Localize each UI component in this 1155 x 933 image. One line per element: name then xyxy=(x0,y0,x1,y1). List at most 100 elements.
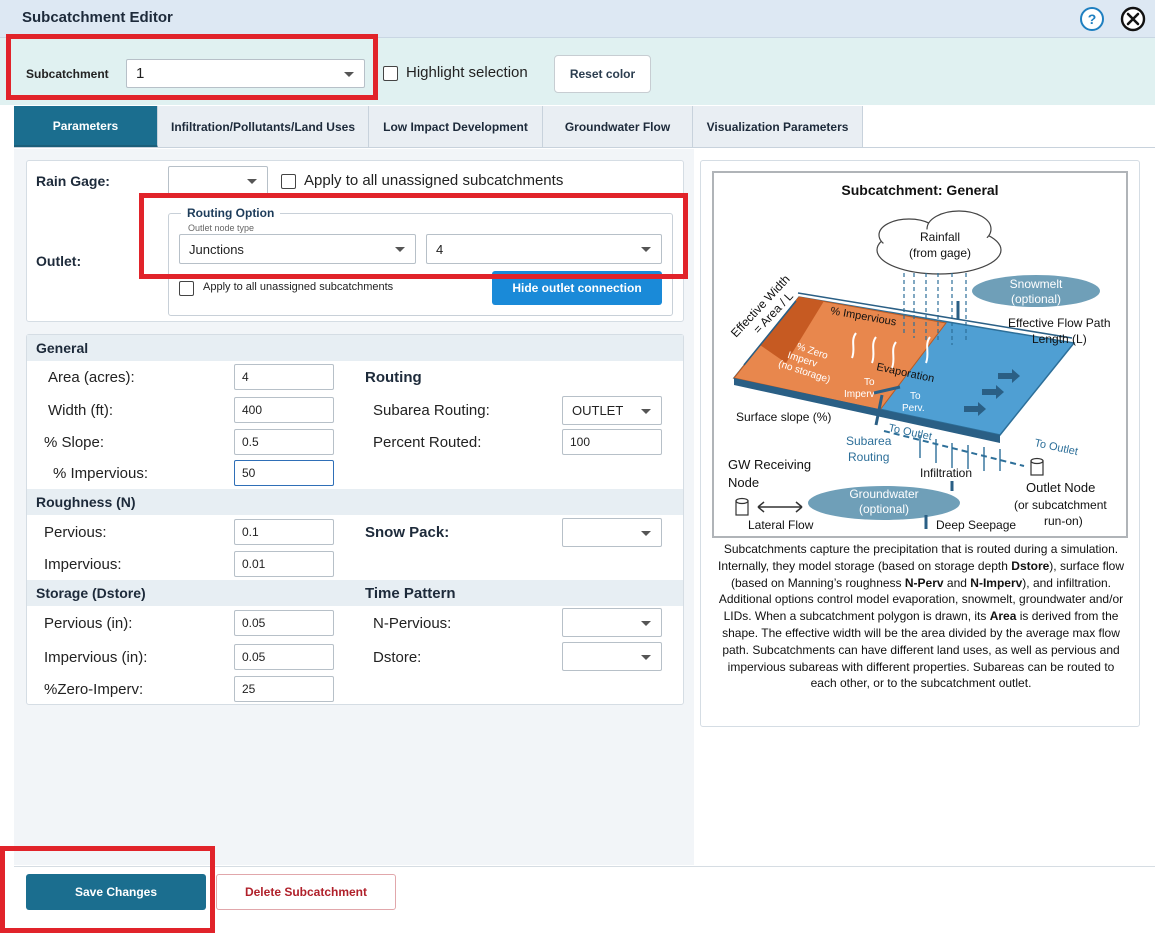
gw-node-label: Node xyxy=(728,475,759,490)
close-icon[interactable] xyxy=(1120,6,1146,32)
window-title: Subcatchment Editor xyxy=(22,9,173,26)
highlight-box-routing xyxy=(139,193,688,279)
info-dstore: Dstore xyxy=(1011,558,1050,573)
info-description: Subcatchments capture the precipitation … xyxy=(716,541,1126,692)
rainfall-label: Rainfall xyxy=(920,230,960,244)
info-area: Area xyxy=(989,609,1017,624)
or-subcatchment-label: (or subcatchment xyxy=(1014,498,1107,512)
tab-parameters[interactable]: Parameters xyxy=(14,106,158,148)
storage-section-header: Storage (Dstore) xyxy=(27,580,683,606)
chevron-down-icon xyxy=(641,408,651,414)
diagram-title: Subcatchment: General xyxy=(841,182,998,198)
routing-label: Routing xyxy=(848,450,889,464)
subarea-label: Subarea xyxy=(846,434,892,448)
outlet-node-label: Outlet Node xyxy=(1026,480,1095,495)
slope-input[interactable]: 0.5 xyxy=(234,429,334,455)
subarea-routing-label: Subarea Routing: xyxy=(373,402,490,419)
surface-slope-label: Surface slope (%) xyxy=(736,410,831,424)
subarea-routing-value: OUTLET xyxy=(572,403,624,418)
delete-subcatchment-button[interactable]: Delete Subcatchment xyxy=(216,874,396,910)
outlet-dash-line xyxy=(883,430,1025,467)
dstore-label: Dstore: xyxy=(373,649,422,666)
width-input[interactable]: 400 xyxy=(234,397,334,423)
to-perv-label: Perv. xyxy=(902,403,925,414)
groundwater-label: Groundwater xyxy=(849,487,918,501)
outlet-node-icon xyxy=(1030,457,1044,476)
storage-impervious-input[interactable]: 0.05 xyxy=(234,644,334,670)
gw-node-icon xyxy=(735,497,749,516)
tab-groundwater[interactable]: Groundwater Flow xyxy=(543,106,693,148)
roughness-pervious-input[interactable]: 0.1 xyxy=(234,519,334,545)
flow-length-label: Length (L) xyxy=(1032,332,1087,346)
flow-path-label: Effective Flow Path xyxy=(1008,316,1111,330)
rainfall-sub-label: (from gage) xyxy=(909,246,971,260)
roughness-pervious-label: Pervious: xyxy=(44,524,107,541)
snowmelt-sub-label: (optional) xyxy=(1011,292,1061,306)
subcatchment-diagram: Subcatchment: General Rainfall (from gag… xyxy=(712,171,1128,538)
chevron-down-icon xyxy=(641,530,651,536)
apply-rain-gage-label: Apply to all unassigned subcatchments xyxy=(304,172,564,189)
area-label: Area (acres): xyxy=(48,369,135,386)
info-nimperv: N-Imperv xyxy=(970,575,1023,590)
n-pervious-select[interactable] xyxy=(562,608,662,637)
routing-header: Routing xyxy=(365,369,422,386)
deep-seepage-label: Deep Seepage xyxy=(936,518,1016,532)
general-section-header: General xyxy=(27,335,683,361)
snow-pack-select[interactable] xyxy=(562,518,662,547)
help-icon[interactable]: ? xyxy=(1080,7,1104,31)
highlight-box-save xyxy=(0,846,215,933)
to-perv-word: To xyxy=(910,391,921,402)
info-and: and xyxy=(943,575,971,590)
lateral-flow-label: Lateral Flow xyxy=(748,518,814,532)
storage-pervious-label: Pervious (in): xyxy=(44,615,133,632)
storage-pervious-input[interactable]: 0.05 xyxy=(234,610,334,636)
tab-lid[interactable]: Low Impact Development xyxy=(369,106,543,148)
subarea-routing-select[interactable]: OUTLET xyxy=(562,396,662,425)
info-nperv: N-Perv xyxy=(904,575,944,590)
apply-outlet-label: Apply to all unassigned subcatchments xyxy=(203,281,394,293)
zero-imperv-label: %Zero-Imperv: xyxy=(44,681,144,698)
tab-divider xyxy=(14,147,1155,148)
diagram-svg: Subcatchment: General Rainfall (from gag… xyxy=(728,182,1111,532)
title-bar: Subcatchment Editor ? xyxy=(0,0,1155,38)
tab-visualization[interactable]: Visualization Parameters xyxy=(693,106,863,148)
slope-label: % Slope: xyxy=(44,434,105,451)
time-pattern-header: Time Pattern xyxy=(365,585,456,602)
snow-pack-label: Snow Pack: xyxy=(365,524,450,541)
infiltration-label: Infiltration xyxy=(920,466,972,480)
highlight-selection-checkbox[interactable] xyxy=(383,66,398,81)
snowmelt-label: Snowmelt xyxy=(1010,277,1063,291)
apply-outlet-checkbox[interactable] xyxy=(179,281,194,296)
to-imperv-label: Imperv xyxy=(844,389,875,400)
storage-impervious-label: Impervious (in): xyxy=(44,649,148,666)
highlight-selection-label: Highlight selection xyxy=(406,64,528,81)
apply-rain-gage-checkbox[interactable] xyxy=(281,174,296,189)
n-pervious-label: N-Pervious: xyxy=(373,615,452,632)
roughness-impervious-input[interactable]: 0.01 xyxy=(234,551,334,577)
tab-infiltration[interactable]: Infiltration/Pollutants/Land Uses xyxy=(158,106,369,148)
zero-imperv-input[interactable]: 25 xyxy=(234,676,334,702)
area-input[interactable]: 4 xyxy=(234,364,334,390)
chevron-down-icon xyxy=(641,620,651,626)
roughness-impervious-label: Impervious: xyxy=(44,556,122,573)
reset-color-button[interactable]: Reset color xyxy=(554,55,651,93)
dstore-select[interactable] xyxy=(562,642,662,671)
groundwater-sub-label: (optional) xyxy=(859,502,909,516)
highlight-box-subcatchment xyxy=(6,34,378,100)
rain-gage-select[interactable] xyxy=(168,166,268,195)
svg-text:To Outlet: To Outlet xyxy=(1033,437,1079,458)
percent-routed-label: Percent Routed: xyxy=(373,434,482,451)
chevron-down-icon xyxy=(247,178,257,184)
rain-gage-label: Rain Gage: xyxy=(36,173,110,189)
impervious-label: % Impervious: xyxy=(53,465,149,482)
percent-routed-input[interactable]: 100 xyxy=(562,429,662,455)
impervious-input[interactable]: 50 xyxy=(234,460,334,486)
outlet-label: Outlet: xyxy=(36,253,82,269)
to-outlet-label-2: To Outlet xyxy=(1033,437,1079,458)
run-on-label: run-on) xyxy=(1044,514,1083,528)
roughness-section-header: Roughness (N) xyxy=(27,489,683,515)
gw-receiving-label: GW Receiving xyxy=(728,457,811,472)
lateral-flow-arrow xyxy=(757,501,803,513)
width-label: Width (ft): xyxy=(48,402,114,419)
chevron-down-icon xyxy=(641,654,651,660)
